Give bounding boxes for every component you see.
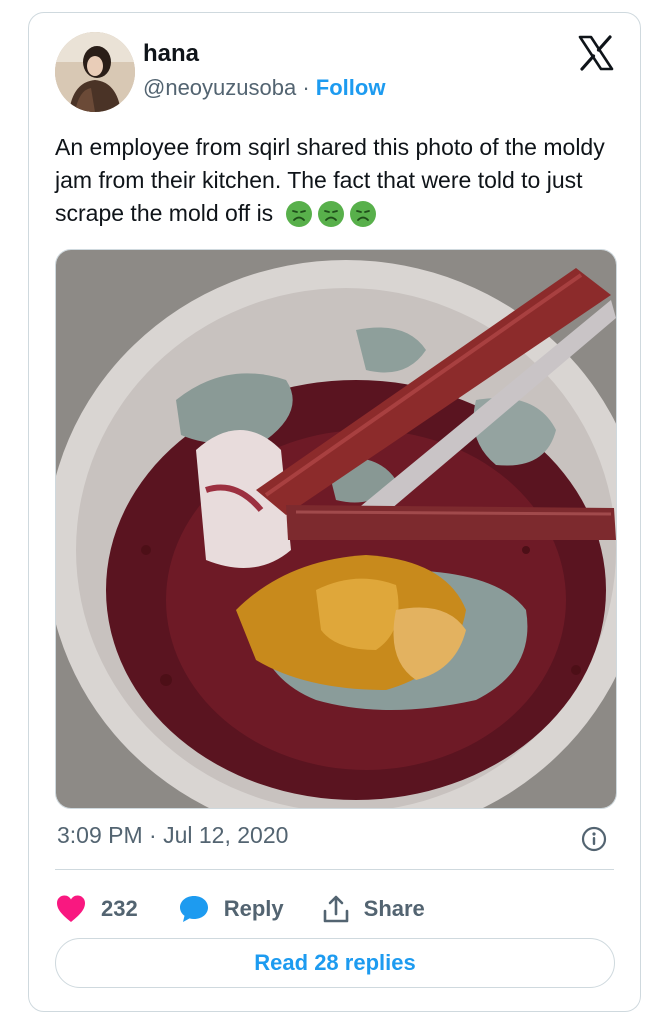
handle[interactable]: @neoyuzusoba xyxy=(143,75,296,100)
tweet-text: An employee from sqirl shared this photo… xyxy=(55,131,615,236)
heart-icon xyxy=(57,895,85,922)
nauseated-face-icon xyxy=(317,201,344,227)
avatar[interactable] xyxy=(55,32,135,112)
divider xyxy=(55,869,614,870)
nauseated-face-icon xyxy=(349,201,376,227)
like-count: 232 xyxy=(101,896,138,921)
avatar-image xyxy=(55,32,135,112)
tweet-timestamp[interactable]: 3:09 PM · Jul 12, 2020 xyxy=(57,822,288,849)
tweet-card: hana @neoyuzusoba · Follow An employee f… xyxy=(28,12,641,1012)
share-button[interactable]: Share xyxy=(322,894,425,924)
reply-button[interactable]: Reply xyxy=(178,894,284,924)
follow-button[interactable]: Follow xyxy=(316,75,386,100)
nauseated-face-icon xyxy=(285,201,312,227)
handle-row: @neoyuzusoba · Follow xyxy=(143,75,385,101)
x-logo-icon[interactable] xyxy=(578,35,614,71)
reply-bubble-icon xyxy=(179,896,208,922)
emoji-group xyxy=(285,201,382,236)
action-bar: 232 Reply Share xyxy=(55,889,425,929)
tweet-photo[interactable] xyxy=(55,249,617,809)
like-button[interactable]: 232 xyxy=(55,894,138,924)
separator-dot: · xyxy=(302,75,310,100)
moldy-jam-photo xyxy=(56,250,616,808)
info-icon[interactable] xyxy=(581,826,607,852)
display-name[interactable]: hana xyxy=(143,40,199,68)
read-replies-button[interactable]: Read 28 replies xyxy=(55,938,615,988)
share-icon xyxy=(323,895,348,923)
reply-label: Reply xyxy=(223,896,284,921)
share-label: Share xyxy=(363,896,425,921)
